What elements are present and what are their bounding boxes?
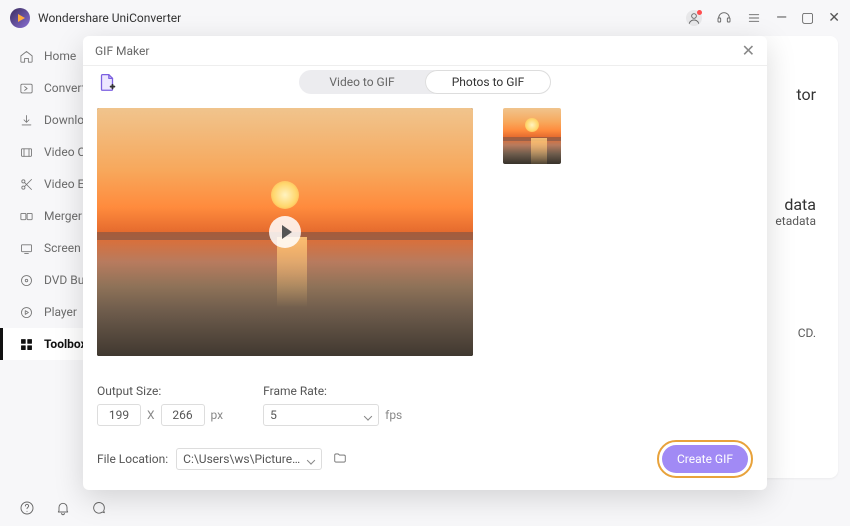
output-height-input[interactable] [161, 404, 205, 426]
tab-photos-to-gif[interactable]: Photos to GIF [425, 70, 551, 94]
converter-icon [18, 80, 34, 96]
file-location-label: File Location: [97, 452, 168, 466]
bell-icon[interactable] [54, 499, 72, 517]
support-icon[interactable] [716, 10, 732, 26]
app-window: Wondershare UniConverter — ▢ ✕ Home [0, 0, 850, 526]
gif-maker-modal: GIF Maker ✕ Video to GIF Photos to GIF [83, 36, 767, 490]
frame-rate-label: Frame Rate: [263, 384, 402, 398]
modal-footer: File Location: Create GIF [97, 426, 753, 492]
size-separator: X [147, 408, 155, 422]
output-width-input[interactable] [97, 404, 141, 426]
sidebar-item-label: Toolbox [44, 337, 87, 351]
tab-label: Video to GIF [329, 75, 394, 89]
preview-area [97, 108, 473, 356]
output-size-label: Output Size: [97, 384, 223, 398]
add-file-button[interactable] [95, 70, 119, 94]
file-location-select[interactable] [176, 448, 322, 470]
modal-header: GIF Maker ✕ [83, 36, 767, 66]
modal-body: Output Size: X px Frame Rate: fps [83, 98, 767, 490]
tab-segment: Video to GIF Photos to GIF [299, 70, 551, 94]
app-title: Wondershare UniConverter [38, 11, 181, 25]
create-gif-highlight: Create GIF [657, 440, 753, 478]
bg-text: data [784, 195, 816, 214]
tab-video-to-gif[interactable]: Video to GIF [299, 70, 425, 94]
bg-text: tor [796, 85, 816, 104]
modal-toolbar: Video to GIF Photos to GIF [83, 66, 767, 98]
modal-close[interactable]: ✕ [742, 41, 755, 60]
modal-title: GIF Maker [95, 44, 149, 58]
player-icon [18, 304, 34, 320]
sidebar-item-label: Merger [44, 209, 82, 223]
bg-text: CD. [798, 326, 816, 340]
sidebar-item-label: Home [44, 49, 76, 63]
toolbox-icon [18, 336, 34, 352]
bottombar [0, 490, 850, 526]
titlebar: Wondershare UniConverter — ▢ ✕ [0, 0, 850, 36]
frame-rate-group: Frame Rate: fps [263, 384, 402, 426]
recorder-icon [18, 240, 34, 256]
scissors-icon [18, 176, 34, 192]
window-maximize[interactable]: ▢ [801, 10, 814, 26]
app-logo [10, 8, 30, 28]
output-size-group: Output Size: X px [97, 384, 223, 426]
account-icon[interactable] [686, 10, 702, 26]
sidebar-item-label: Player [44, 305, 77, 319]
download-icon [18, 112, 34, 128]
fps-unit: fps [385, 408, 402, 422]
help-icon[interactable] [18, 499, 36, 517]
merger-icon [18, 208, 34, 224]
tab-label: Photos to GIF [452, 75, 525, 89]
frame-rate-select[interactable] [263, 404, 379, 426]
window-minimize[interactable]: — [776, 10, 787, 26]
play-button[interactable] [269, 216, 301, 248]
create-gif-button[interactable]: Create GIF [662, 445, 748, 473]
home-icon [18, 48, 34, 64]
open-folder-button[interactable] [332, 451, 348, 468]
bg-text: etadata [775, 214, 816, 228]
px-unit: px [211, 408, 224, 422]
window-close[interactable]: ✕ [828, 10, 840, 26]
menu-icon[interactable] [746, 10, 762, 26]
compress-icon [18, 144, 34, 160]
thumbnail[interactable] [503, 108, 561, 164]
feedback-icon[interactable] [90, 499, 108, 517]
dvd-icon [18, 272, 34, 288]
